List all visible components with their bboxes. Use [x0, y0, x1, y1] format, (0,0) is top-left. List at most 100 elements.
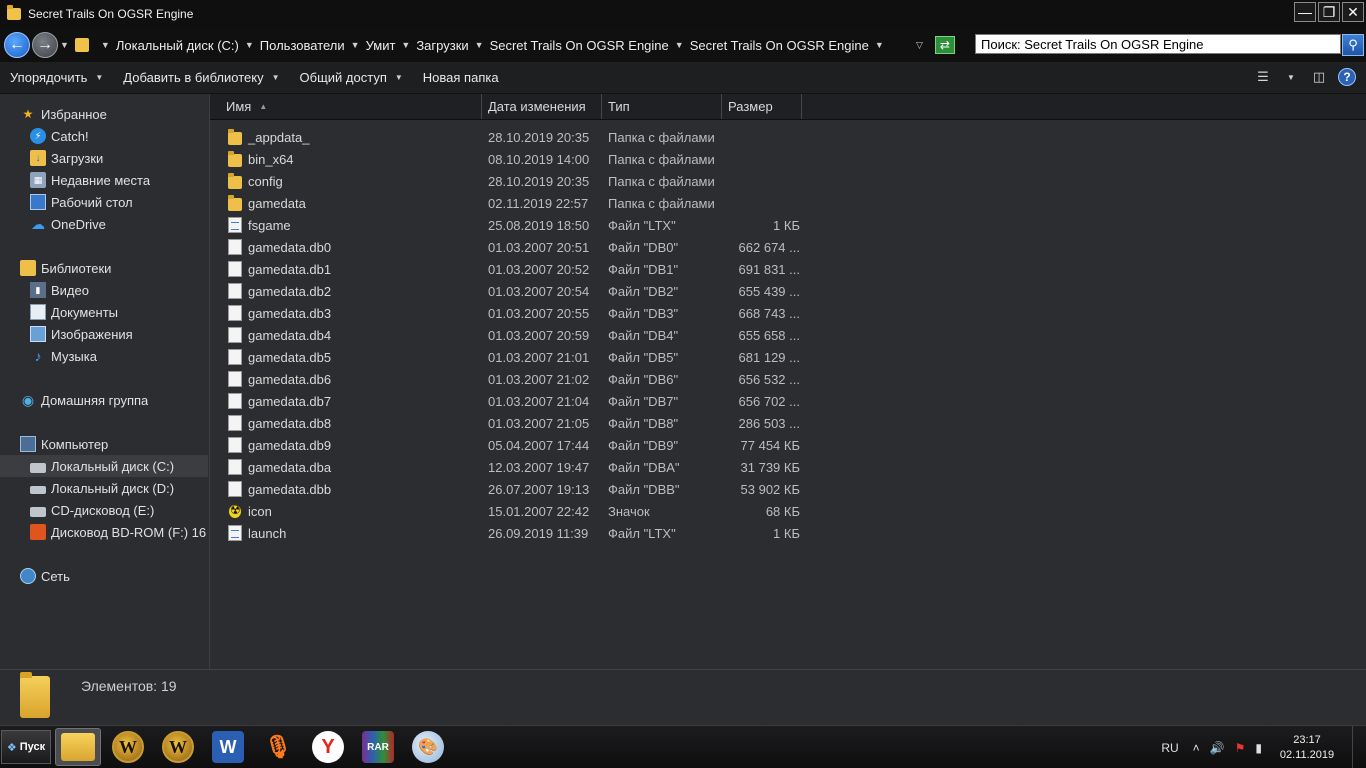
forward-button[interactable]: → [32, 32, 58, 58]
chevron-down-icon[interactable]: ▼ [875, 40, 884, 50]
nav-item-recent[interactable]: ▦ Недавние места [0, 169, 150, 191]
file-row[interactable]: gamedata.db4 01.03.2007 20:59 Файл "DB4" 65… [210, 324, 1366, 346]
taskbar-wow-2[interactable]: W [155, 728, 201, 766]
nav-computer[interactable]: Компьютер [0, 433, 208, 455]
file-name-cell: gamedata.db5 [210, 349, 482, 365]
column-type[interactable]: Тип [602, 94, 722, 119]
taskbar-wow-1[interactable]: W [105, 728, 151, 766]
column-name[interactable]: Имя ▲ [210, 94, 482, 119]
share-button[interactable]: Общий доступ ▼ [290, 62, 413, 93]
history-dropdown[interactable]: ▼ [60, 40, 69, 50]
explorer-icon [61, 733, 95, 761]
nav-libraries[interactable]: Библиотеки [0, 257, 133, 279]
help-icon[interactable]: ? [1338, 68, 1356, 86]
chevron-down-icon[interactable]: ▼ [1282, 68, 1300, 86]
breadcrumb[interactable]: ▼ Локальный диск (C:) ▼ Пользователи ▼ У… [74, 33, 931, 57]
file-row[interactable]: gamedata 02.11.2019 22:57 Папка с файлами [210, 192, 1366, 214]
close-button[interactable]: ✕ [1342, 2, 1364, 22]
nav-item-onedrive[interactable]: ☁ OneDrive [0, 213, 150, 235]
search-button[interactable]: ⚲ [1342, 34, 1364, 56]
address-dropdown[interactable]: ▽ [916, 40, 923, 51]
file-size: 77 454 КБ [740, 437, 800, 453]
chevron-down-icon[interactable]: ▼ [101, 40, 110, 50]
start-button[interactable]: ❖ Пуск [1, 730, 51, 764]
maximize-button[interactable]: ❐ [1318, 2, 1340, 22]
show-desktop-button[interactable] [1352, 726, 1366, 768]
nav-item-drive-f[interactable]: Дисковод BD-ROM (F:) 16 [0, 521, 208, 543]
taskbar-explorer[interactable] [55, 728, 101, 766]
breadcrumb-item[interactable]: Загрузки [416, 38, 468, 53]
view-mode-icon[interactable]: ☰ [1254, 68, 1272, 86]
chevron-down-icon[interactable]: ▼ [401, 40, 410, 50]
nav-homegroup[interactable]: ◉ Домашняя группа [0, 389, 148, 411]
nav-item-catch[interactable]: ⚡ Catch! [0, 125, 150, 147]
new-folder-button[interactable]: Новая папка [413, 62, 509, 93]
file-type: Файл "DB0" [608, 239, 679, 255]
nav-item-downloads[interactable]: ↓ Загрузки [0, 147, 150, 169]
preview-pane-icon[interactable]: ◫ [1310, 68, 1328, 86]
chevron-down-icon[interactable]: ▼ [675, 40, 684, 50]
file-row[interactable]: gamedata.db9 05.04.2007 17:44 Файл "DB9" 77… [210, 434, 1366, 456]
file-row[interactable]: gamedata.dba 12.03.2007 19:47 Файл "DBA" 31… [210, 456, 1366, 478]
file-row[interactable]: gamedata.db5 01.03.2007 21:01 Файл "DB5" 68… [210, 346, 1366, 368]
file-type: Папка с файлами [608, 195, 715, 211]
nav-network[interactable]: Сеть [0, 565, 70, 587]
action-center-icon[interactable]: ⚑ [1235, 741, 1246, 755]
nav-item-desktop[interactable]: Рабочий стол [0, 191, 150, 213]
file-row[interactable]: launch 26.09.2019 11:39 Файл "LTX" 1 КБ [210, 522, 1366, 544]
column-date-modified[interactable]: Дата изменения [482, 94, 602, 119]
taskbar-word[interactable]: W [205, 728, 251, 766]
taskbar-yandex[interactable]: Y [305, 728, 351, 766]
nav-item-video[interactable]: ▮ Видео [0, 279, 133, 301]
nav-item-drive-d[interactable]: Локальный диск (D:) [0, 477, 208, 499]
file-row[interactable]: config 28.10.2019 20:35 Папка с файлами [210, 170, 1366, 192]
language-indicator[interactable]: RU [1161, 741, 1178, 755]
breadcrumb-item[interactable]: Умит [366, 38, 396, 53]
breadcrumb-item[interactable]: Локальный диск (C:) [116, 38, 239, 53]
file-row[interactable]: gamedata.db3 01.03.2007 20:55 Файл "DB3" 66… [210, 302, 1366, 324]
nav-item-pictures[interactable]: Изображения [0, 323, 133, 345]
title-bar: Secret Trails On OGSR Engine — ❐ ✕ [0, 0, 1366, 28]
minimize-button[interactable]: — [1294, 2, 1316, 22]
breadcrumb-item[interactable]: Secret Trails On OGSR Engine [490, 38, 669, 53]
refresh-button[interactable]: ⇄ [934, 36, 955, 54]
taskbar-microphone[interactable]: 🎙 [255, 728, 301, 766]
back-button[interactable]: ← [4, 32, 30, 58]
speaker-icon[interactable]: 🔊 [1210, 741, 1225, 755]
file-row[interactable]: gamedata.db0 01.03.2007 20:51 Файл "DB0" 66… [210, 236, 1366, 258]
breadcrumb-item[interactable]: Secret Trails On OGSR Engine [690, 38, 869, 53]
file-row[interactable]: gamedata.db6 01.03.2007 21:02 Файл "DB6" 65… [210, 368, 1366, 390]
file-type: Файл "DB2" [608, 283, 679, 299]
search-input[interactable] [976, 35, 1340, 53]
file-row[interactable]: icon 15.01.2007 22:42 Значок 68 КБ [210, 500, 1366, 522]
file-row[interactable]: gamedata.db7 01.03.2007 21:04 Файл "DB7" 65… [210, 390, 1366, 412]
file-row[interactable]: bin_x64 08.10.2019 14:00 Папка с файлами [210, 148, 1366, 170]
file-row[interactable]: _appdata_ 28.10.2019 20:35 Папка с файлами [210, 126, 1366, 148]
chevron-down-icon[interactable]: ▼ [245, 40, 254, 50]
taskbar-winrar[interactable]: RAR [355, 728, 401, 766]
search-box[interactable] [975, 34, 1341, 54]
nav-item-documents[interactable]: Документы [0, 301, 133, 323]
file-row[interactable]: fsgame 25.08.2019 18:50 Файл "LTX" 1 КБ [210, 214, 1366, 236]
add-to-library-button[interactable]: Добавить в библиотеку ▼ [113, 62, 289, 93]
chevron-down-icon[interactable]: ▼ [475, 40, 484, 50]
file-row[interactable]: gamedata.db8 01.03.2007 21:05 Файл "DB8" 28… [210, 412, 1366, 434]
nav-item-drive-c[interactable]: Локальный диск (C:) [0, 455, 208, 477]
breadcrumb-item[interactable]: Пользователи [260, 38, 345, 53]
file-size: 286 503 ... [738, 415, 800, 431]
file-row[interactable]: gamedata.db2 01.03.2007 20:54 Файл "DB2" 65… [210, 280, 1366, 302]
column-size[interactable]: Размер [722, 94, 802, 119]
documents-icon [30, 304, 46, 320]
organize-button[interactable]: Упорядочить ▼ [0, 62, 113, 93]
chevron-up-icon[interactable]: ˄ [1193, 741, 1200, 755]
chevron-down-icon[interactable]: ▼ [351, 40, 360, 50]
nav-item-drive-e[interactable]: CD-дисковод (E:) [0, 499, 208, 521]
file-row[interactable]: gamedata.dbb 26.07.2007 19:13 Файл "DBB" 53… [210, 478, 1366, 500]
nav-item-music[interactable]: ♪ Музыка [0, 345, 133, 367]
nav-favorites[interactable]: ★ Избранное [0, 103, 150, 125]
taskbar-paint[interactable]: 🎨 [405, 728, 451, 766]
start-label: Пуск [19, 741, 46, 753]
signal-icon[interactable]: ▮ [1255, 741, 1262, 755]
file-row[interactable]: gamedata.db1 01.03.2007 20:52 Файл "DB1" 69… [210, 258, 1366, 280]
clock[interactable]: 23:17 02.11.2019 [1272, 733, 1342, 763]
